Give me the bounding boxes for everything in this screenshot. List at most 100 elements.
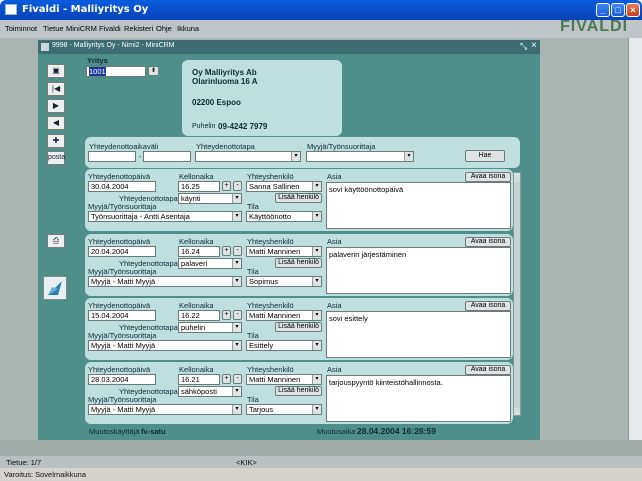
phone-label: Puhelin: [192, 123, 216, 130]
time-input[interactable]: 16.21: [178, 374, 220, 385]
add-person-button[interactable]: Lisää henkilö: [275, 386, 322, 396]
time-plus-button[interactable]: +: [222, 246, 231, 256]
state-value: Tarjous: [249, 405, 274, 414]
open-large-button[interactable]: Avaa isona: [465, 365, 511, 375]
menu-fivaldi[interactable]: Fivaldi: [99, 24, 121, 33]
time-plus-button[interactable]: +: [222, 374, 231, 384]
time-label: Kellonaika: [179, 365, 214, 374]
date-label: Yhteydenottopäivä: [88, 301, 151, 310]
open-large-button[interactable]: Avaa isona: [465, 301, 511, 311]
posta-button[interactable]: posta: [47, 151, 65, 165]
fivaldi-mark-icon: [43, 276, 67, 300]
company-phone: 09-4242 7979: [218, 122, 268, 131]
date-input[interactable]: 15.04.2004: [88, 310, 156, 321]
save-icon[interactable]: ▣: [47, 64, 65, 78]
menu-toiminnot[interactable]: Toiminnot: [5, 24, 37, 33]
state-select[interactable]: Käyttöönotto ▾: [246, 211, 322, 222]
subject-label: Asia: [327, 365, 342, 374]
maximize-button[interactable]: □: [611, 3, 625, 17]
modifier-label: Muutoskäyttäjä: [89, 427, 140, 436]
subject-textarea[interactable]: palaverin järjestäminen: [326, 247, 511, 294]
menu-tietue[interactable]: Tietue: [43, 24, 64, 33]
state-select[interactable]: Tarjous ▾: [246, 404, 322, 415]
add-person-button[interactable]: Lisää henkilö: [275, 322, 322, 332]
new-record-icon[interactable]: ✚: [47, 134, 65, 148]
subject-label: Asia: [327, 237, 342, 246]
contact-select[interactable]: Sanna Sallinen ▾: [246, 181, 322, 192]
seller-select[interactable]: Myyjä - Matti Myyjä ▾: [88, 404, 242, 415]
seller-select[interactable]: Myyjä - Matti Myyjä ▾: [88, 340, 242, 351]
inner-close-icon[interactable]: ×: [531, 40, 537, 51]
contact-select[interactable]: Matti Manninen ▾: [246, 310, 322, 321]
subject-textarea[interactable]: sovi käyttöönottopäivä: [326, 182, 511, 229]
contact-row: Yhteydenottopäivä 20.04.2004 Kellonaika …: [85, 234, 513, 296]
method-select[interactable]: puhelin ▾: [178, 322, 242, 333]
minimize-button[interactable]: _: [596, 3, 610, 17]
next-record-icon[interactable]: ▶: [47, 99, 65, 113]
chevron-down-icon: ▾: [312, 341, 321, 350]
seller-filter-select[interactable]: ▾: [306, 151, 414, 162]
time-input[interactable]: 16.22: [178, 310, 220, 321]
time-plus-button[interactable]: +: [222, 181, 231, 191]
method-select[interactable]: palaveri ▾: [178, 258, 242, 269]
app-icon: [5, 4, 17, 15]
add-person-button[interactable]: Lisää henkilö: [275, 193, 322, 203]
time-input[interactable]: 16.25: [178, 181, 220, 192]
right-scrollbar[interactable]: [628, 38, 642, 440]
menu-ikkuna[interactable]: Ikkuna: [177, 24, 199, 33]
time-label: Kellonaika: [179, 301, 214, 310]
subject-value: sovi esittely: [329, 314, 368, 323]
menu-rekisteri[interactable]: Rekisteri: [124, 24, 153, 33]
contact-select[interactable]: Matti Manninen ▾: [246, 374, 322, 385]
chevron-down-icon: ▾: [232, 194, 241, 203]
seller-select[interactable]: Myyjä - Matti Myyjä ▾: [88, 276, 242, 287]
state-select[interactable]: Sopimus ▾: [246, 276, 322, 287]
time-minus-button[interactable]: -: [233, 310, 242, 320]
yritys-lookup-button[interactable]: ⇟: [148, 66, 159, 76]
rows-scrollbar-thumb[interactable]: [514, 182, 520, 408]
open-large-button[interactable]: Avaa isona: [465, 237, 511, 247]
seller-label: Myyjä/Työnsuorittaja: [88, 267, 157, 276]
period-start-input[interactable]: [88, 151, 136, 162]
date-input[interactable]: 28.03.2004: [88, 374, 156, 385]
yritys-label: Yritys: [87, 56, 108, 65]
method-filter-select[interactable]: ▾: [195, 151, 301, 162]
state-select[interactable]: Esittely ▾: [246, 340, 322, 351]
subject-textarea[interactable]: sovi esittely: [326, 311, 511, 358]
chevron-down-icon: ▾: [404, 152, 413, 161]
time-label: Kellonaika: [179, 172, 214, 181]
open-large-button[interactable]: Avaa isona: [465, 172, 511, 182]
inner-titlebar: 9998 - Malliyritys Oy - Nimi2 - MiniCRM …: [38, 40, 540, 54]
subject-textarea[interactable]: tarjouspyyntö kiinteistöhallinnosta.: [326, 375, 511, 422]
period-end-input[interactable]: [143, 151, 191, 162]
time-plus-button[interactable]: +: [222, 310, 231, 320]
date-input[interactable]: 30.04.2004: [88, 181, 156, 192]
close-button[interactable]: ×: [626, 3, 640, 17]
method-filter-label: Yhteydenottotapa: [196, 142, 255, 151]
contact-select[interactable]: Matti Manninen ▾: [246, 246, 322, 257]
state-value: Esittely: [249, 341, 274, 350]
add-person-button[interactable]: Lisää henkilö: [275, 258, 322, 268]
method-select[interactable]: sähköposti ▾: [178, 386, 242, 397]
date-input[interactable]: 20.04.2004: [88, 246, 156, 257]
time-minus-button[interactable]: -: [233, 374, 242, 384]
chevron-down-icon: ▾: [232, 212, 241, 221]
inner-restore-icon[interactable]: ⤡: [520, 41, 527, 52]
seller-select[interactable]: Työnsuorittaja - Antti Asentaja ▾: [88, 211, 242, 222]
menu-minicrm[interactable]: MiniCRM: [66, 24, 97, 33]
time-minus-button[interactable]: -: [233, 181, 242, 191]
date-label: Yhteydenottopäivä: [88, 237, 151, 246]
inner-app-icon: [41, 43, 49, 51]
chevron-down-icon: ▾: [232, 405, 241, 414]
subject-value: palaverin järjestäminen: [329, 250, 407, 259]
menu-ohje[interactable]: Ohje: [156, 24, 172, 33]
hae-button[interactable]: Hae: [465, 150, 505, 162]
message-bar: Varoitus: Sovelmaikkuna: [0, 468, 642, 481]
time-minus-button[interactable]: -: [233, 246, 242, 256]
method-select[interactable]: käynti ▾: [178, 193, 242, 204]
print-icon[interactable]: ⎙: [47, 234, 65, 248]
yritys-input[interactable]: 1001: [86, 66, 146, 77]
previous-record-icon[interactable]: ◀: [47, 116, 65, 130]
first-record-icon[interactable]: |◀: [47, 82, 65, 96]
time-input[interactable]: 16.24: [178, 246, 220, 257]
